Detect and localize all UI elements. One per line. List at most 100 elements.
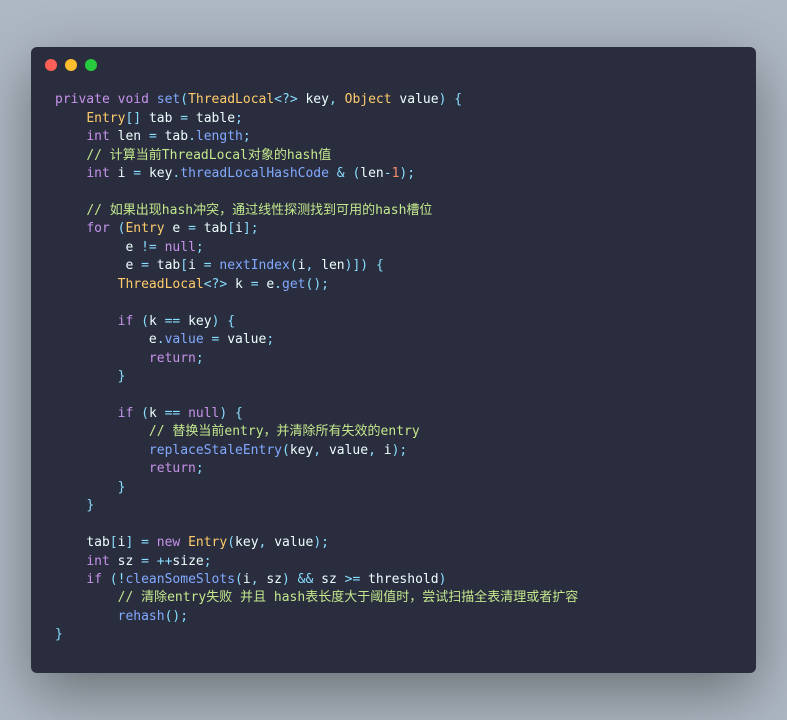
token-pun: < [274,92,282,107]
code-line [55,294,732,312]
token-pl [110,92,118,107]
token-pl [55,129,86,144]
token-pl [133,406,141,421]
token-pun: ; [251,221,259,236]
token-id: value [329,443,368,458]
token-pl [110,221,118,236]
code-line: replaceStaleEntry(key, value, i); [55,442,732,460]
token-pun: ) [439,572,447,587]
token-id: size [172,554,203,569]
token-id: e [266,277,274,292]
token-op: ++ [157,554,173,569]
token-op: = [149,129,157,144]
token-pl [133,240,141,255]
code-line: if (k == key) { [55,313,732,331]
token-op: = [188,221,196,236]
token-pun: ( [110,572,118,587]
token-pl [337,92,345,107]
token-pl [266,535,274,550]
token-pun: . [274,277,282,292]
token-cmt: // 替换当前entry，并清除所有失效的entry [149,424,420,439]
code-line: // 替换当前entry，并清除所有失效的entry [55,423,732,441]
token-kw: null [165,240,196,255]
token-pl [133,258,141,273]
token-pun: , [329,92,337,107]
token-id: sz [118,554,134,569]
code-line: } [55,626,732,644]
code-line: if (!cleanSomeSlots(i, sz) && sz >= thre… [55,571,732,589]
code-line: e.value = value; [55,331,732,349]
token-kw: new [157,535,180,550]
token-pl [180,221,188,236]
token-op: == [165,406,181,421]
minimize-icon[interactable] [65,59,77,71]
token-pun: ; [196,351,204,366]
token-pl [157,129,165,144]
token-pl [55,590,118,605]
token-id: e [149,332,157,347]
token-fn: rehash [118,609,165,624]
token-op: - [384,166,392,181]
token-pl [180,314,188,329]
token-pl [102,572,110,587]
code-line: int len = tab.length; [55,128,732,146]
token-type: Object [345,92,392,107]
token-pun: } [55,627,63,642]
token-pl [110,554,118,569]
token-prop: value [165,332,204,347]
token-pl [133,314,141,329]
maximize-icon[interactable] [85,59,97,71]
code-line: // 如果出现hash冲突，通过线性探测找到可用的hash槽位 [55,202,732,220]
token-pl [55,332,149,347]
token-id: tab [204,221,227,236]
token-type: Entry [125,221,164,236]
token-id: key [290,443,313,458]
token-pl [149,258,157,273]
code-line: } [55,497,732,515]
token-pl [55,498,86,513]
token-op: = [141,535,149,550]
token-pun: ; [196,461,204,476]
token-pl [55,221,86,236]
code-line: } [55,368,732,386]
token-pun: ( [180,92,188,107]
token-kw: int [86,554,109,569]
token-prop: threadLocalHashCode [180,166,329,181]
token-op: ? [282,92,290,107]
close-icon[interactable] [45,59,57,71]
code-line: int sz = ++size; [55,553,732,571]
token-pl [157,406,165,421]
token-kw: return [149,461,196,476]
token-op: != [141,240,157,255]
token-pun: ( [235,572,243,587]
code-line: for (Entry e = tab[i]; [55,220,732,238]
token-pun: [ [227,221,235,236]
token-pl [55,609,118,624]
code-line: int i = key.threadLocalHashCode & (len-1… [55,165,732,183]
token-pun: ] [243,221,251,236]
token-id: key [305,92,328,107]
token-op: & [337,166,345,181]
token-op: >= [345,572,361,587]
token-pun: { [376,258,384,273]
token-id: tab [157,258,180,273]
token-pun: ; [196,240,204,255]
token-pun: } [86,498,94,513]
token-pl [313,258,321,273]
code-line: return; [55,350,732,368]
token-pun: , [251,572,259,587]
token-pl [227,277,235,292]
token-id: threshold [368,572,438,587]
token-kw: if [86,572,102,587]
token-kw: private [55,92,110,107]
token-op: = [204,258,212,273]
token-pun: , [368,443,376,458]
code-line: // 清除entry失败 并且 hash表长度大于阈值时，尝试扫描全表清理或者扩… [55,589,732,607]
token-cmt: // 计算当前ThreadLocal对象的hash值 [86,148,331,163]
token-pl [55,148,86,163]
token-op: = [251,277,259,292]
code-line: tab[i] = new Entry(key, value); [55,534,732,552]
token-pl [55,572,86,587]
code-line: if (k == null) { [55,405,732,423]
token-id: i [243,572,251,587]
